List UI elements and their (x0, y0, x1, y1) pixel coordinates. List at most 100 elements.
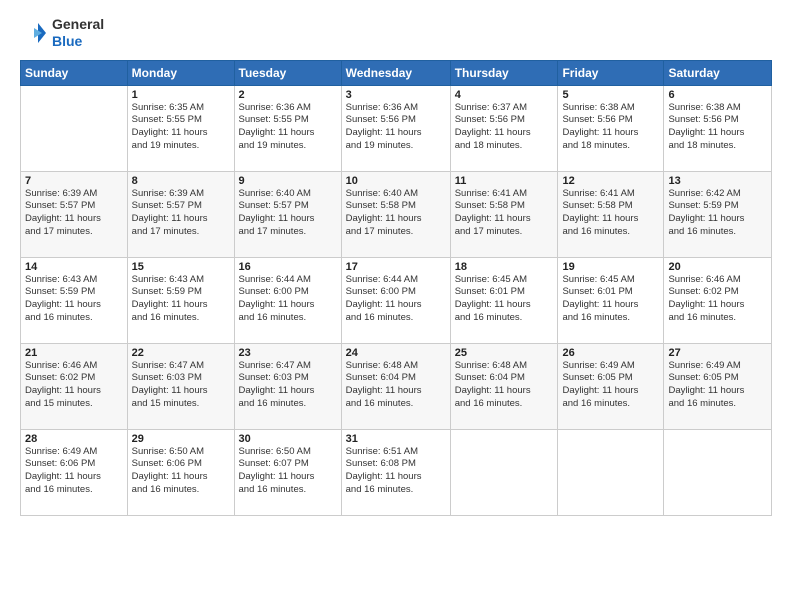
day-info: Sunrise: 6:36 AMSunset: 5:56 PMDaylight:… (346, 102, 446, 153)
week-row-5: 28Sunrise: 6:49 AMSunset: 6:06 PMDayligh… (21, 429, 772, 515)
col-header-sunday: Sunday (21, 60, 128, 85)
day-info: Sunrise: 6:42 AMSunset: 5:59 PMDaylight:… (668, 188, 767, 239)
calendar-cell: 4Sunrise: 6:37 AMSunset: 5:56 PMDaylight… (450, 85, 558, 171)
day-number: 30 (239, 433, 337, 445)
day-number: 14 (25, 261, 123, 273)
calendar-cell: 20Sunrise: 6:46 AMSunset: 6:02 PMDayligh… (664, 257, 772, 343)
page: General Blue SundayMondayTuesdayWednesda… (0, 0, 792, 612)
calendar-table: SundayMondayTuesdayWednesdayThursdayFrid… (20, 60, 772, 516)
calendar-body: 1Sunrise: 6:35 AMSunset: 5:55 PMDaylight… (21, 85, 772, 515)
day-number: 1 (132, 89, 230, 101)
day-number: 31 (346, 433, 446, 445)
logo-blue: Blue (52, 33, 104, 50)
day-number: 3 (346, 89, 446, 101)
calendar-cell: 21Sunrise: 6:46 AMSunset: 6:02 PMDayligh… (21, 343, 128, 429)
col-header-wednesday: Wednesday (341, 60, 450, 85)
calendar-cell: 17Sunrise: 6:44 AMSunset: 6:00 PMDayligh… (341, 257, 450, 343)
calendar-cell: 18Sunrise: 6:45 AMSunset: 6:01 PMDayligh… (450, 257, 558, 343)
day-info: Sunrise: 6:47 AMSunset: 6:03 PMDaylight:… (132, 360, 230, 411)
day-number: 19 (562, 261, 659, 273)
calendar-cell (450, 429, 558, 515)
calendar-cell: 13Sunrise: 6:42 AMSunset: 5:59 PMDayligh… (664, 171, 772, 257)
day-number: 27 (668, 347, 767, 359)
day-info: Sunrise: 6:49 AMSunset: 6:06 PMDaylight:… (25, 446, 123, 497)
calendar-cell: 27Sunrise: 6:49 AMSunset: 6:05 PMDayligh… (664, 343, 772, 429)
day-number: 4 (455, 89, 554, 101)
calendar-cell: 12Sunrise: 6:41 AMSunset: 5:58 PMDayligh… (558, 171, 664, 257)
header: General Blue (20, 16, 772, 50)
day-info: Sunrise: 6:41 AMSunset: 5:58 PMDaylight:… (562, 188, 659, 239)
day-number: 12 (562, 175, 659, 187)
day-number: 11 (455, 175, 554, 187)
day-number: 13 (668, 175, 767, 187)
header-row: SundayMondayTuesdayWednesdayThursdayFrid… (21, 60, 772, 85)
calendar-cell: 1Sunrise: 6:35 AMSunset: 5:55 PMDaylight… (127, 85, 234, 171)
day-info: Sunrise: 6:43 AMSunset: 5:59 PMDaylight:… (132, 274, 230, 325)
logo-general: General (52, 16, 104, 33)
calendar-cell: 25Sunrise: 6:48 AMSunset: 6:04 PMDayligh… (450, 343, 558, 429)
calendar-cell: 31Sunrise: 6:51 AMSunset: 6:08 PMDayligh… (341, 429, 450, 515)
calendar-cell: 10Sunrise: 6:40 AMSunset: 5:58 PMDayligh… (341, 171, 450, 257)
day-number: 22 (132, 347, 230, 359)
day-info: Sunrise: 6:35 AMSunset: 5:55 PMDaylight:… (132, 102, 230, 153)
calendar-cell: 3Sunrise: 6:36 AMSunset: 5:56 PMDaylight… (341, 85, 450, 171)
col-header-thursday: Thursday (450, 60, 558, 85)
day-number: 15 (132, 261, 230, 273)
day-info: Sunrise: 6:50 AMSunset: 6:07 PMDaylight:… (239, 446, 337, 497)
calendar-cell: 26Sunrise: 6:49 AMSunset: 6:05 PMDayligh… (558, 343, 664, 429)
col-header-saturday: Saturday (664, 60, 772, 85)
day-info: Sunrise: 6:46 AMSunset: 6:02 PMDaylight:… (25, 360, 123, 411)
calendar-cell (664, 429, 772, 515)
day-info: Sunrise: 6:51 AMSunset: 6:08 PMDaylight:… (346, 446, 446, 497)
day-number: 6 (668, 89, 767, 101)
calendar-cell: 11Sunrise: 6:41 AMSunset: 5:58 PMDayligh… (450, 171, 558, 257)
calendar-cell: 5Sunrise: 6:38 AMSunset: 5:56 PMDaylight… (558, 85, 664, 171)
day-info: Sunrise: 6:48 AMSunset: 6:04 PMDaylight:… (346, 360, 446, 411)
calendar-cell: 23Sunrise: 6:47 AMSunset: 6:03 PMDayligh… (234, 343, 341, 429)
day-number: 16 (239, 261, 337, 273)
day-number: 18 (455, 261, 554, 273)
calendar-cell: 6Sunrise: 6:38 AMSunset: 5:56 PMDaylight… (664, 85, 772, 171)
day-number: 28 (25, 433, 123, 445)
day-info: Sunrise: 6:44 AMSunset: 6:00 PMDaylight:… (346, 274, 446, 325)
calendar-cell: 28Sunrise: 6:49 AMSunset: 6:06 PMDayligh… (21, 429, 128, 515)
day-info: Sunrise: 6:37 AMSunset: 5:56 PMDaylight:… (455, 102, 554, 153)
day-number: 21 (25, 347, 123, 359)
calendar-cell (558, 429, 664, 515)
calendar-cell (21, 85, 128, 171)
day-number: 5 (562, 89, 659, 101)
calendar-cell: 16Sunrise: 6:44 AMSunset: 6:00 PMDayligh… (234, 257, 341, 343)
calendar-cell: 24Sunrise: 6:48 AMSunset: 6:04 PMDayligh… (341, 343, 450, 429)
day-number: 24 (346, 347, 446, 359)
day-info: Sunrise: 6:40 AMSunset: 5:57 PMDaylight:… (239, 188, 337, 239)
week-row-4: 21Sunrise: 6:46 AMSunset: 6:02 PMDayligh… (21, 343, 772, 429)
day-number: 26 (562, 347, 659, 359)
calendar-cell: 8Sunrise: 6:39 AMSunset: 5:57 PMDaylight… (127, 171, 234, 257)
day-info: Sunrise: 6:39 AMSunset: 5:57 PMDaylight:… (132, 188, 230, 239)
calendar-cell: 19Sunrise: 6:45 AMSunset: 6:01 PMDayligh… (558, 257, 664, 343)
calendar-cell: 9Sunrise: 6:40 AMSunset: 5:57 PMDaylight… (234, 171, 341, 257)
day-info: Sunrise: 6:45 AMSunset: 6:01 PMDaylight:… (562, 274, 659, 325)
week-row-1: 1Sunrise: 6:35 AMSunset: 5:55 PMDaylight… (21, 85, 772, 171)
day-info: Sunrise: 6:49 AMSunset: 6:05 PMDaylight:… (562, 360, 659, 411)
day-info: Sunrise: 6:40 AMSunset: 5:58 PMDaylight:… (346, 188, 446, 239)
day-number: 9 (239, 175, 337, 187)
day-info: Sunrise: 6:43 AMSunset: 5:59 PMDaylight:… (25, 274, 123, 325)
calendar-cell: 2Sunrise: 6:36 AMSunset: 5:55 PMDaylight… (234, 85, 341, 171)
day-number: 20 (668, 261, 767, 273)
day-info: Sunrise: 6:48 AMSunset: 6:04 PMDaylight:… (455, 360, 554, 411)
day-number: 17 (346, 261, 446, 273)
day-info: Sunrise: 6:49 AMSunset: 6:05 PMDaylight:… (668, 360, 767, 411)
day-info: Sunrise: 6:41 AMSunset: 5:58 PMDaylight:… (455, 188, 554, 239)
day-number: 25 (455, 347, 554, 359)
day-info: Sunrise: 6:36 AMSunset: 5:55 PMDaylight:… (239, 102, 337, 153)
day-number: 23 (239, 347, 337, 359)
col-header-monday: Monday (127, 60, 234, 85)
day-info: Sunrise: 6:50 AMSunset: 6:06 PMDaylight:… (132, 446, 230, 497)
week-row-2: 7Sunrise: 6:39 AMSunset: 5:57 PMDaylight… (21, 171, 772, 257)
calendar-header: SundayMondayTuesdayWednesdayThursdayFrid… (21, 60, 772, 85)
day-info: Sunrise: 6:45 AMSunset: 6:01 PMDaylight:… (455, 274, 554, 325)
calendar-cell: 7Sunrise: 6:39 AMSunset: 5:57 PMDaylight… (21, 171, 128, 257)
calendar-cell: 22Sunrise: 6:47 AMSunset: 6:03 PMDayligh… (127, 343, 234, 429)
day-info: Sunrise: 6:38 AMSunset: 5:56 PMDaylight:… (562, 102, 659, 153)
